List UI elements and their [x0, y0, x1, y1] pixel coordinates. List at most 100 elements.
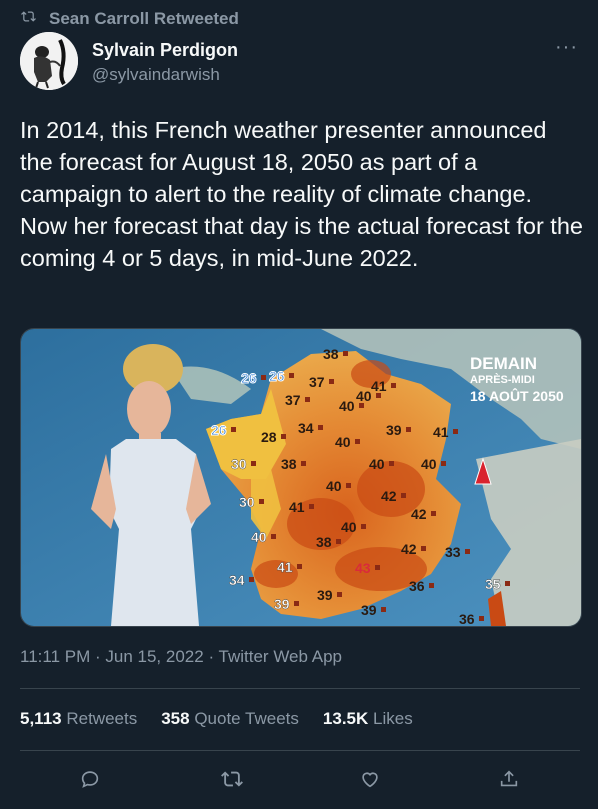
city-marker [346, 483, 351, 488]
city-marker [479, 616, 484, 621]
map-temperature: 26 [211, 422, 227, 438]
author-name[interactable]: Sylvain Perdigon [92, 40, 238, 61]
tweet-meta: 11:11 PM · Jun 15, 2022 · Twitter Web Ap… [20, 647, 342, 667]
action-bar [20, 762, 580, 796]
city-marker [281, 434, 286, 439]
map-temperature: 43 [355, 560, 371, 576]
meta-separator: · [94, 647, 101, 666]
retweet-icon[interactable] [215, 762, 249, 796]
map-temperature: 40 [421, 456, 437, 472]
retweeted-label: Sean Carroll Retweeted [49, 9, 239, 28]
city-marker [375, 565, 380, 570]
divider [20, 688, 580, 689]
map-subtitle: APRÈS-MIDI [470, 373, 535, 386]
map-temperature: 39 [274, 596, 290, 612]
divider [20, 750, 580, 751]
city-marker [301, 461, 306, 466]
tweet-image[interactable]: DEMAIN APRÈS-MIDI 18 AOÛT 2050 38 37 40 41 3… [20, 328, 582, 627]
city-marker [401, 493, 406, 498]
map-temperature: 30 [239, 494, 255, 510]
map-temperature: 37 [285, 392, 301, 408]
map-temperature: 38 [323, 346, 339, 362]
map-temperature: 41 [277, 559, 293, 575]
likes-stat[interactable]: 13.5K Likes [323, 709, 413, 729]
city-marker [355, 439, 360, 444]
city-marker [441, 461, 446, 466]
map-temperature: 41 [289, 499, 305, 515]
city-marker [231, 427, 236, 432]
city-marker [297, 564, 302, 569]
map-temperature: 36 [459, 611, 475, 626]
city-marker [381, 607, 386, 612]
city-marker [421, 546, 426, 551]
tweet-time[interactable]: 11:11 PM [20, 647, 90, 666]
author-block[interactable]: Sylvain Perdigon @sylvaindarwish [92, 40, 238, 85]
city-marker [289, 373, 294, 378]
map-temperature: 40 [251, 529, 267, 545]
quotes-stat[interactable]: 358 Quote Tweets [161, 709, 299, 729]
map-temperature: 26 [241, 370, 257, 386]
city-marker [431, 511, 436, 516]
map-temperature: 40 [369, 456, 385, 472]
map-temperature: 35 [485, 576, 501, 592]
map-temperature: 33 [445, 544, 461, 560]
author-handle[interactable]: @sylvaindarwish [92, 65, 238, 85]
retweets-stat[interactable]: 5,113 Retweets [20, 709, 137, 729]
city-marker [359, 403, 364, 408]
city-marker [318, 425, 323, 430]
retweeted-by[interactable]: Sean Carroll Retweeted [20, 9, 239, 29]
city-marker [251, 461, 256, 466]
map-temperature: 40 [335, 434, 351, 450]
map-temperature: 40 [326, 478, 342, 494]
map-temperature: 39 [361, 602, 377, 618]
map-temperature: 38 [281, 456, 297, 472]
city-marker [361, 524, 366, 529]
city-marker [309, 504, 314, 509]
map-temperature: 28 [261, 429, 277, 445]
city-marker [406, 427, 411, 432]
map-temperature: 40 [356, 388, 372, 404]
city-marker [329, 379, 334, 384]
city-marker [391, 383, 396, 388]
tweet-client[interactable]: Twitter Web App [219, 647, 342, 666]
map-temperature: 39 [386, 422, 402, 438]
city-marker [271, 534, 276, 539]
avatar[interactable] [20, 32, 78, 90]
map-date: 18 AOÛT 2050 [470, 387, 564, 404]
city-marker [259, 499, 264, 504]
more-icon[interactable]: ··· [555, 36, 578, 59]
city-marker [465, 549, 470, 554]
map-temperature: 41 [433, 424, 449, 440]
share-icon[interactable] [492, 762, 526, 796]
map-temperature: 40 [341, 519, 357, 535]
city-marker [337, 592, 342, 597]
map-temperature: 26 [269, 368, 285, 384]
city-marker [505, 581, 510, 586]
city-marker [294, 601, 299, 606]
map-temperature: 36 [409, 578, 425, 594]
map-temperature: 38 [316, 534, 332, 550]
map-temperature: 37 [309, 374, 325, 390]
tweet-text: In 2014, this French weather presenter a… [20, 117, 583, 271]
map-temperature: 42 [381, 488, 397, 504]
tweet-date[interactable]: Jun 15, 2022 [105, 647, 203, 666]
map-title: DEMAIN [470, 354, 537, 373]
like-icon[interactable] [353, 762, 387, 796]
city-marker [343, 351, 348, 356]
city-marker [429, 583, 434, 588]
city-marker [389, 461, 394, 466]
city-marker [261, 375, 266, 380]
tweet-stats: 5,113 Retweets 358 Quote Tweets 13.5K Li… [20, 709, 413, 729]
city-marker [336, 539, 341, 544]
reply-icon[interactable] [73, 762, 107, 796]
map-temperature: 41 [371, 378, 387, 394]
map-temperature: 42 [411, 506, 427, 522]
map-temperature: 30 [231, 456, 247, 472]
map-temperature: 42 [401, 541, 417, 557]
map-temperature: 40 [339, 398, 355, 414]
meta-separator: · [208, 647, 215, 666]
map-temperature: 34 [298, 420, 314, 436]
city-marker [305, 397, 310, 402]
retweet-icon [20, 9, 37, 29]
city-marker [453, 429, 458, 434]
